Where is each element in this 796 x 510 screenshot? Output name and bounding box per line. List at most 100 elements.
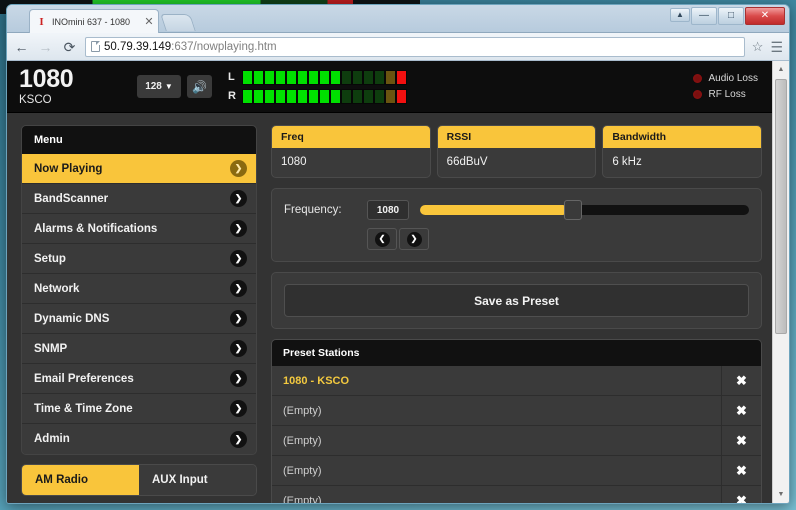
maximize-button[interactable]: □: [718, 7, 744, 25]
bookmark-star-icon[interactable]: ☆: [752, 40, 764, 53]
vu-led-off: [375, 90, 384, 103]
menu-header: Menu: [22, 126, 256, 154]
tab-close-icon[interactable]: ✕: [144, 17, 154, 27]
preset-stations-list: 1080 - KSCO✖(Empty)✖(Empty)✖(Empty)✖(Emp…: [272, 366, 761, 503]
sidebar-item-alarms-notifications[interactable]: Alarms & Notifications❯: [22, 214, 256, 244]
window-controls: ▲ — □ ✕: [670, 7, 785, 25]
sidebar-item-label: Admin: [34, 433, 230, 445]
sidebar-item-snmp[interactable]: SNMP❯: [22, 334, 256, 364]
url-path: :637/nowplaying.htm: [171, 41, 276, 53]
vu-meter-segments: [242, 89, 407, 104]
frequency-panel: Frequency: 1080 ❮: [271, 188, 762, 262]
preset-name[interactable]: (Empty): [272, 456, 721, 485]
vu-led-on: [309, 90, 318, 103]
preset-name[interactable]: (Empty): [272, 426, 721, 455]
vu-led-on: [276, 90, 285, 103]
page-scrollbar[interactable]: ▲ ▼: [772, 61, 789, 503]
address-bar[interactable]: 50.79.39.149:637/nowplaying.htm: [85, 37, 745, 57]
sidebar-item-email-preferences[interactable]: Email Preferences❯: [22, 364, 256, 394]
frequency-up-button[interactable]: ❯: [399, 228, 429, 250]
preset-name[interactable]: (Empty): [272, 486, 721, 503]
menu-panel: Menu Now Playing❯BandScanner❯Alarms & No…: [21, 125, 257, 455]
preset-dropdown[interactable]: 128 ▼: [137, 75, 181, 98]
sidebar-item-bandscanner[interactable]: BandScanner❯: [22, 184, 256, 214]
alarm-lamp-icon: [693, 90, 702, 99]
preset-delete-icon[interactable]: ✖: [721, 426, 761, 455]
preset-delete-icon[interactable]: ✖: [721, 456, 761, 485]
status-card-title: RSSI: [438, 126, 596, 148]
sidebar-item-setup[interactable]: Setup❯: [22, 244, 256, 274]
chevron-right-icon: ❯: [230, 370, 247, 387]
scrollbar-thumb[interactable]: [775, 79, 787, 334]
frequency-down-button[interactable]: ❮: [367, 228, 397, 250]
vu-led-on: [265, 90, 274, 103]
status-card-bandwidth: Bandwidth6 kHz: [602, 125, 762, 178]
scroll-down-icon[interactable]: ▼: [773, 486, 789, 503]
sidebar-item-network[interactable]: Network❯: [22, 274, 256, 304]
restore-button[interactable]: ▲: [670, 8, 690, 22]
alarm-indicators: Audio LossRF Loss: [693, 73, 764, 100]
url-text: 50.79.39.149:637/nowplaying.htm: [104, 41, 277, 53]
frequency-readout: 1080: [367, 200, 409, 220]
sidebar-item-label: Now Playing: [34, 163, 230, 175]
status-card-title: Freq: [272, 126, 430, 148]
chevron-right-icon: ❯: [230, 340, 247, 357]
station-frequency: 1080: [19, 67, 137, 92]
reload-icon[interactable]: ⟳: [61, 38, 78, 55]
vu-led-on: [287, 71, 296, 84]
chevron-down-icon: ▼: [165, 83, 173, 91]
save-preset-button[interactable]: Save as Preset: [284, 284, 749, 317]
save-preset-panel: Save as Preset: [271, 272, 762, 329]
menu-list: Now Playing❯BandScanner❯Alarms & Notific…: [22, 154, 256, 454]
chevron-right-icon: ❯: [230, 310, 247, 327]
frequency-slider[interactable]: [420, 203, 749, 217]
sidebar-item-now-playing[interactable]: Now Playing❯: [22, 154, 256, 184]
new-tab-button[interactable]: [160, 14, 196, 31]
status-cards: Freq1080RSSI66dBuVBandwidth6 kHz: [271, 125, 762, 178]
vu-led-off: [375, 71, 384, 84]
speaker-icon[interactable]: 🔊: [187, 75, 212, 98]
slider-handle[interactable]: [564, 200, 582, 220]
vu-led-on: [287, 90, 296, 103]
frequency-step-buttons: ❮ ❯: [367, 228, 749, 250]
source-tab-aux-input[interactable]: AUX Input: [139, 465, 256, 495]
preset-delete-icon[interactable]: ✖: [721, 396, 761, 425]
preset-name[interactable]: (Empty): [272, 396, 721, 425]
frequency-label: Frequency:: [284, 204, 356, 216]
status-card-title: Bandwidth: [603, 126, 761, 148]
sidebar-item-dynamic-dns[interactable]: Dynamic DNS❯: [22, 304, 256, 334]
vu-meters: LR: [228, 70, 407, 104]
preset-row: (Empty)✖: [272, 426, 761, 456]
forward-icon[interactable]: →: [37, 38, 54, 55]
vu-led-off: [342, 71, 351, 84]
vu-led-off: [353, 71, 362, 84]
vu-led-off: [364, 71, 373, 84]
scroll-up-icon[interactable]: ▲: [773, 61, 789, 78]
preset-name[interactable]: 1080 - KSCO: [272, 366, 721, 395]
alarm-lamp-icon: [693, 74, 702, 83]
sidebar-item-time-time-zone[interactable]: Time & Time Zone❯: [22, 394, 256, 424]
hamburger-menu-icon[interactable]: ☰: [770, 40, 783, 54]
minimize-button[interactable]: —: [691, 7, 717, 25]
source-tab-am-radio[interactable]: AM Radio: [22, 465, 139, 495]
chevron-right-icon: ❯: [407, 232, 422, 247]
preset-delete-icon[interactable]: ✖: [721, 486, 761, 503]
chevron-right-icon: ❯: [230, 160, 247, 177]
close-button[interactable]: ✕: [745, 7, 785, 25]
alarm-indicator: Audio Loss: [693, 73, 758, 84]
browser-tab[interactable]: I INOmini 637 - 1080 ✕: [29, 9, 159, 33]
vu-meter-row: R: [228, 89, 407, 104]
chevron-right-icon: ❯: [230, 431, 247, 448]
vu-meter-label: R: [228, 90, 237, 102]
preset-delete-icon[interactable]: ✖: [721, 366, 761, 395]
back-icon[interactable]: ←: [13, 38, 30, 55]
preset-row: 1080 - KSCO✖: [272, 366, 761, 396]
chevron-right-icon: ❯: [230, 250, 247, 267]
sidebar-item-admin[interactable]: Admin❯: [22, 424, 256, 454]
preset-stations-panel: Preset Stations 1080 - KSCO✖(Empty)✖(Emp…: [271, 339, 762, 503]
vu-led-on: [265, 71, 274, 84]
vu-led-peak: [397, 71, 406, 84]
browser-viewport: 1080 KSCO 128 ▼ 🔊 LR Audio LossRF Loss M…: [7, 61, 789, 503]
browser-tabstrip: I INOmini 637 - 1080 ✕ ▲ — □ ✕: [7, 5, 789, 33]
vu-led-on: [309, 71, 318, 84]
